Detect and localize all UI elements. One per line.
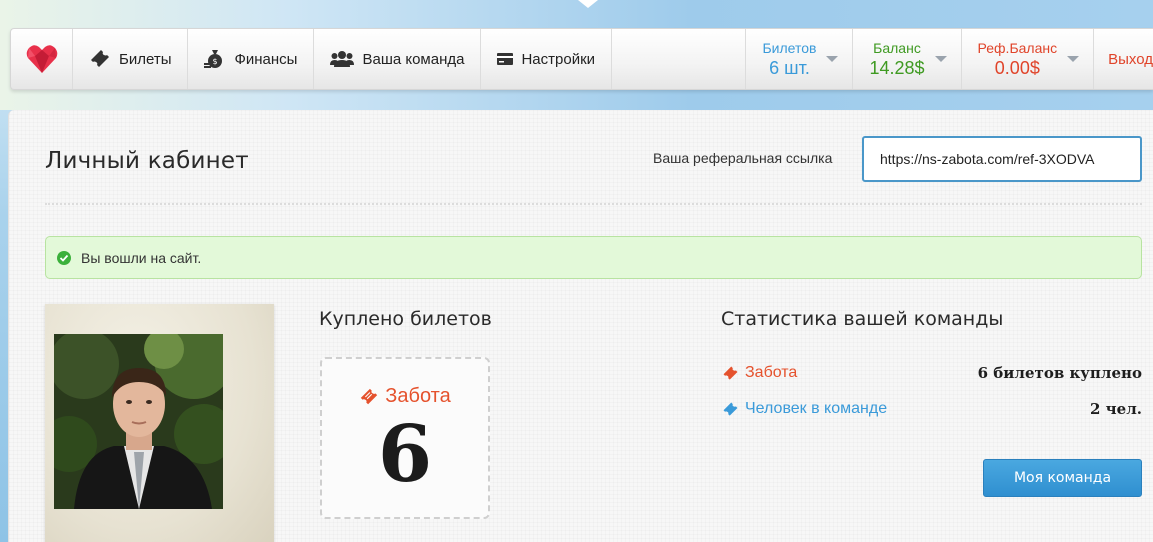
- avatar-frame: [45, 304, 274, 542]
- nav-spacer: [612, 29, 747, 89]
- card-icon: [497, 53, 514, 65]
- referral-link-field[interactable]: [862, 136, 1142, 182]
- ticket-icon: [91, 50, 109, 67]
- top-navbar: Билеты $ Финансы Ваша команда Настройки …: [10, 28, 1153, 90]
- page-title: Личный кабинет: [45, 148, 249, 174]
- ticket-icon: [361, 388, 378, 404]
- team-row-label-text: Забота: [745, 364, 798, 381]
- sky-notch: [578, 0, 598, 8]
- logout-link[interactable]: Выход: [1094, 29, 1153, 89]
- team-row-members: Человек в команде 2 чел.: [722, 400, 1142, 418]
- nav-settings-label: Настройки: [521, 50, 596, 68]
- nav-tickets[interactable]: Билеты: [73, 29, 189, 89]
- stat-balance-label: Баланс: [873, 39, 921, 56]
- stat-ref-balance-value: 0.00$: [994, 57, 1040, 78]
- divider: [45, 203, 1142, 205]
- stat-balance[interactable]: Баланс 14.28$: [853, 29, 962, 89]
- stat-ref-balance[interactable]: Реф.Баланс 0.00$: [962, 29, 1095, 89]
- chevron-down-icon: [934, 56, 947, 62]
- nav-tickets-label: Билеты: [119, 50, 172, 68]
- chevron-down-icon: [1067, 56, 1080, 62]
- team-row-value: 2 чел.: [1090, 400, 1142, 418]
- team-row-value: 6 билетов куплено: [977, 364, 1142, 382]
- stat-balance-value: 14.28$: [869, 57, 925, 78]
- nav-team-label: Ваша команда: [362, 50, 465, 68]
- check-circle-icon: [57, 250, 71, 265]
- team-row-label-text: Человек в команде: [745, 400, 888, 417]
- nav-finance[interactable]: $ Финансы: [188, 29, 315, 89]
- logout-label: Выход: [1108, 50, 1153, 68]
- nav-team[interactable]: Ваша команда: [314, 29, 482, 89]
- ticket-name: Забота: [385, 385, 451, 407]
- ticket-icon: [723, 366, 738, 380]
- my-team-button[interactable]: Моя команда: [983, 459, 1142, 497]
- main-panel: Личный кабинет Ваша реферальная ссылка В…: [8, 110, 1153, 542]
- nav-settings[interactable]: Настройки: [481, 29, 613, 89]
- avatar[interactable]: [54, 334, 223, 509]
- money-bag-icon: $: [204, 50, 223, 68]
- nav-finance-label: Финансы: [234, 50, 298, 68]
- svg-text:$: $: [213, 57, 218, 66]
- stat-ref-balance-label: Реф.Баланс: [977, 39, 1058, 56]
- ticket-name-row: Забота: [322, 385, 488, 408]
- team-row-zabota: Забота 6 билетов куплено: [722, 364, 1142, 382]
- team-stats-heading: Статистика вашей команды: [721, 308, 1004, 330]
- team-row-label[interactable]: Забота: [722, 364, 797, 382]
- success-alert: Вы вошли на сайт.: [45, 236, 1142, 279]
- chevron-down-icon: [826, 56, 839, 62]
- stat-tickets-value: 6 шт.: [769, 57, 810, 78]
- team-icon: [330, 51, 355, 67]
- stat-tickets-label: Билетов: [762, 39, 817, 56]
- ticket-card: Забота 6: [320, 357, 490, 519]
- team-row-label[interactable]: Человек в команде: [722, 400, 887, 418]
- ticket-icon: [723, 402, 738, 416]
- stat-tickets[interactable]: Билетов 6 шт.: [746, 29, 854, 89]
- alert-text: Вы вошли на сайт.: [81, 249, 202, 266]
- heart-logo-icon: [26, 45, 57, 73]
- ticket-count: 6: [377, 409, 433, 500]
- tickets-heading: Куплено билетов: [319, 308, 492, 330]
- logo[interactable]: [11, 29, 73, 89]
- referral-link-label: Ваша реферальная ссылка: [653, 150, 833, 166]
